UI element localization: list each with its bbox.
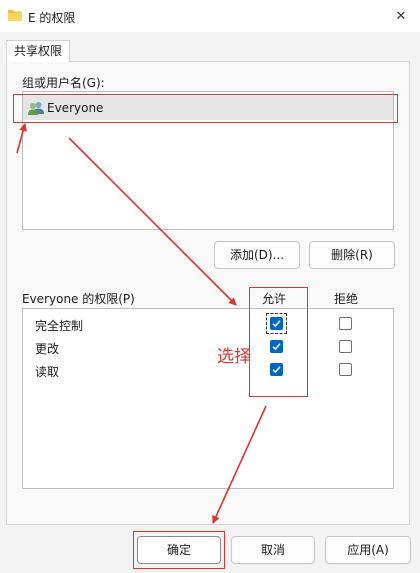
- annotation-text: 选择: [217, 347, 251, 367]
- permission-label: 读取: [35, 365, 60, 379]
- deny-checkbox-full-control[interactable]: [339, 317, 352, 330]
- permissions-list: [22, 308, 394, 489]
- deny-checkbox-change[interactable]: [339, 340, 352, 353]
- annotation-box-everyone: [13, 94, 398, 123]
- cancel-button[interactable]: 取消: [231, 536, 315, 564]
- close-icon: ✕: [395, 8, 407, 24]
- permission-label: 更改: [35, 342, 60, 356]
- permission-label: 完全控制: [35, 319, 84, 333]
- annotation-box-ok: [133, 531, 225, 569]
- tab-share-permissions[interactable]: 共享权限: [6, 40, 70, 62]
- apply-button[interactable]: 应用(A): [325, 536, 411, 564]
- deny-header: 拒绝: [334, 292, 359, 306]
- window-title: E 的权限: [28, 11, 76, 25]
- add-button[interactable]: 添加(D)...: [214, 241, 300, 269]
- annotation-box-allow: [249, 287, 308, 397]
- folder-icon: [8, 10, 22, 21]
- permissions-title: Everyone 的权限(P): [22, 292, 135, 306]
- deny-checkbox-read[interactable]: [339, 363, 352, 376]
- remove-button[interactable]: 删除(R): [309, 241, 395, 269]
- group-list-label: 组或用户名(G):: [22, 76, 105, 90]
- close-button[interactable]: ✕: [384, 4, 418, 28]
